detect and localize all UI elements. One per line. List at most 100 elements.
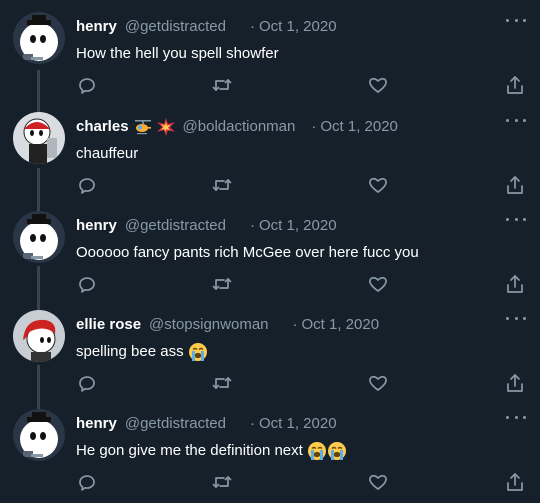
tweet-text-content: He gon give me the definition next bbox=[76, 442, 303, 459]
heart-icon bbox=[369, 276, 387, 292]
tweet-header: henry @getdistracted · Oct 1, 2020 bbox=[76, 414, 337, 434]
tweet-date[interactable]: Oct 1, 2020 bbox=[259, 17, 337, 37]
tweet-text: He gon give me the definition next bbox=[76, 441, 347, 461]
more-options-icon[interactable] bbox=[506, 213, 526, 225]
collision-emoji-icon bbox=[157, 118, 175, 136]
like-button[interactable] bbox=[368, 75, 388, 95]
like-button[interactable] bbox=[368, 175, 388, 195]
tweet-date[interactable]: Oct 1, 2020 bbox=[259, 216, 337, 236]
tweet[interactable]: henry @getdistracted · Oct 1, 2020 Ooooo… bbox=[0, 199, 540, 299]
retweet-icon bbox=[212, 79, 232, 91]
helicopter-emoji-icon bbox=[134, 118, 152, 136]
tweet-text: How the hell you spell showfer bbox=[76, 44, 279, 64]
tweet-header: henry @getdistracted · Oct 1, 2020 bbox=[76, 17, 337, 37]
avatar[interactable] bbox=[13, 12, 65, 64]
retweet-button[interactable] bbox=[212, 373, 232, 393]
reply-button[interactable] bbox=[77, 274, 97, 294]
share-button[interactable] bbox=[505, 75, 525, 95]
more-options-icon[interactable] bbox=[506, 312, 526, 324]
tweet[interactable]: henry @getdistracted · Oct 1, 2020 How t… bbox=[0, 0, 540, 100]
more-options-icon[interactable] bbox=[506, 14, 526, 26]
share-icon bbox=[507, 176, 523, 194]
retweet-icon bbox=[212, 476, 232, 488]
retweet-button[interactable] bbox=[212, 274, 232, 294]
reply-icon bbox=[79, 376, 95, 392]
separator-dot: · bbox=[249, 415, 255, 432]
tweet-header: henry @getdistracted · Oct 1, 2020 bbox=[76, 216, 337, 236]
tweet-date[interactable]: Oct 1, 2020 bbox=[302, 315, 380, 335]
tweet-text-content: spelling bee ass bbox=[76, 343, 184, 360]
retweet-icon bbox=[212, 278, 232, 290]
loudly-crying-face-emoji-icon bbox=[188, 342, 208, 362]
share-icon bbox=[507, 275, 523, 293]
tweet-actions bbox=[0, 175, 540, 197]
reply-button[interactable] bbox=[77, 373, 97, 393]
like-button[interactable] bbox=[368, 472, 388, 492]
share-icon bbox=[507, 473, 523, 491]
separator-dot: · bbox=[311, 118, 317, 135]
share-button[interactable] bbox=[505, 472, 525, 492]
like-button[interactable] bbox=[368, 274, 388, 294]
handle[interactable]: @boldactionman bbox=[183, 117, 296, 137]
avatar[interactable] bbox=[13, 409, 65, 461]
tweet-text-content: chauffeur bbox=[76, 145, 139, 162]
retweet-button[interactable] bbox=[212, 472, 232, 492]
like-button[interactable] bbox=[368, 373, 388, 393]
display-name[interactable]: ellie rose bbox=[76, 315, 141, 335]
tweet-actions bbox=[0, 75, 540, 97]
handle[interactable]: @getdistracted bbox=[125, 216, 226, 236]
tweet-text: spelling bee ass bbox=[76, 342, 208, 362]
reply-icon bbox=[79, 277, 95, 293]
heart-icon bbox=[369, 474, 387, 490]
handle[interactable]: @stopsignwoman bbox=[149, 315, 268, 335]
reply-icon bbox=[79, 475, 95, 491]
ellie-avatar-icon bbox=[13, 310, 65, 362]
tweet-header: charles @boldactionman · Oct 1, 2020 bbox=[76, 117, 398, 137]
handle[interactable]: @getdistracted bbox=[125, 414, 226, 434]
display-name[interactable]: henry bbox=[76, 216, 117, 236]
reply-button[interactable] bbox=[77, 175, 97, 195]
more-options-icon[interactable] bbox=[506, 411, 526, 423]
separator-dot: · bbox=[292, 316, 298, 333]
reply-button[interactable] bbox=[77, 75, 97, 95]
reply-thread: henry @getdistracted · Oct 1, 2020 How t… bbox=[0, 0, 540, 503]
separator-dot: · bbox=[249, 18, 255, 35]
tweet-header: ellie rose @stopsignwoman · Oct 1, 2020 bbox=[76, 315, 379, 335]
display-name[interactable]: charles bbox=[76, 117, 129, 137]
henry-avatar-icon bbox=[13, 409, 65, 461]
reply-button[interactable] bbox=[77, 472, 97, 492]
heart-icon bbox=[369, 177, 387, 193]
handle[interactable]: @getdistracted bbox=[125, 17, 226, 37]
display-name[interactable]: henry bbox=[76, 17, 117, 37]
tweet-text-content: How the hell you spell showfer bbox=[76, 45, 279, 62]
share-button[interactable] bbox=[505, 373, 525, 393]
share-button[interactable] bbox=[505, 175, 525, 195]
tweet-text: chauffeur bbox=[76, 144, 138, 164]
reply-icon bbox=[79, 178, 95, 194]
tweet[interactable]: ellie rose @stopsignwoman · Oct 1, 2020 … bbox=[0, 298, 540, 398]
tweet-text: Oooooo fancy pants rich McGee over here … bbox=[76, 243, 419, 263]
avatar[interactable] bbox=[13, 211, 65, 263]
share-button[interactable] bbox=[505, 274, 525, 294]
more-options-icon[interactable] bbox=[506, 114, 526, 126]
avatar[interactable] bbox=[13, 310, 65, 362]
tweet-actions bbox=[0, 373, 540, 395]
share-icon bbox=[507, 374, 523, 392]
share-icon bbox=[507, 76, 523, 94]
heart-icon bbox=[369, 77, 387, 93]
reply-icon bbox=[79, 78, 95, 94]
charles-avatar-icon bbox=[13, 112, 65, 164]
henry-avatar-icon bbox=[13, 211, 65, 263]
retweet-button[interactable] bbox=[212, 75, 232, 95]
retweet-button[interactable] bbox=[212, 175, 232, 195]
loudly-crying-face-emoji-icon bbox=[327, 441, 347, 461]
tweet[interactable]: charles @boldactionman · Oct 1, 2020 cha… bbox=[0, 100, 540, 200]
heart-icon bbox=[369, 375, 387, 391]
tweet[interactable]: henry @getdistracted · Oct 1, 2020 He go… bbox=[0, 397, 540, 497]
tweet-date[interactable]: Oct 1, 2020 bbox=[259, 414, 337, 434]
loudly-crying-face-emoji-icon bbox=[307, 441, 327, 461]
tweet-date[interactable]: Oct 1, 2020 bbox=[320, 117, 398, 137]
display-name[interactable]: henry bbox=[76, 414, 117, 434]
avatar[interactable] bbox=[13, 112, 65, 164]
tweet-actions bbox=[0, 274, 540, 296]
